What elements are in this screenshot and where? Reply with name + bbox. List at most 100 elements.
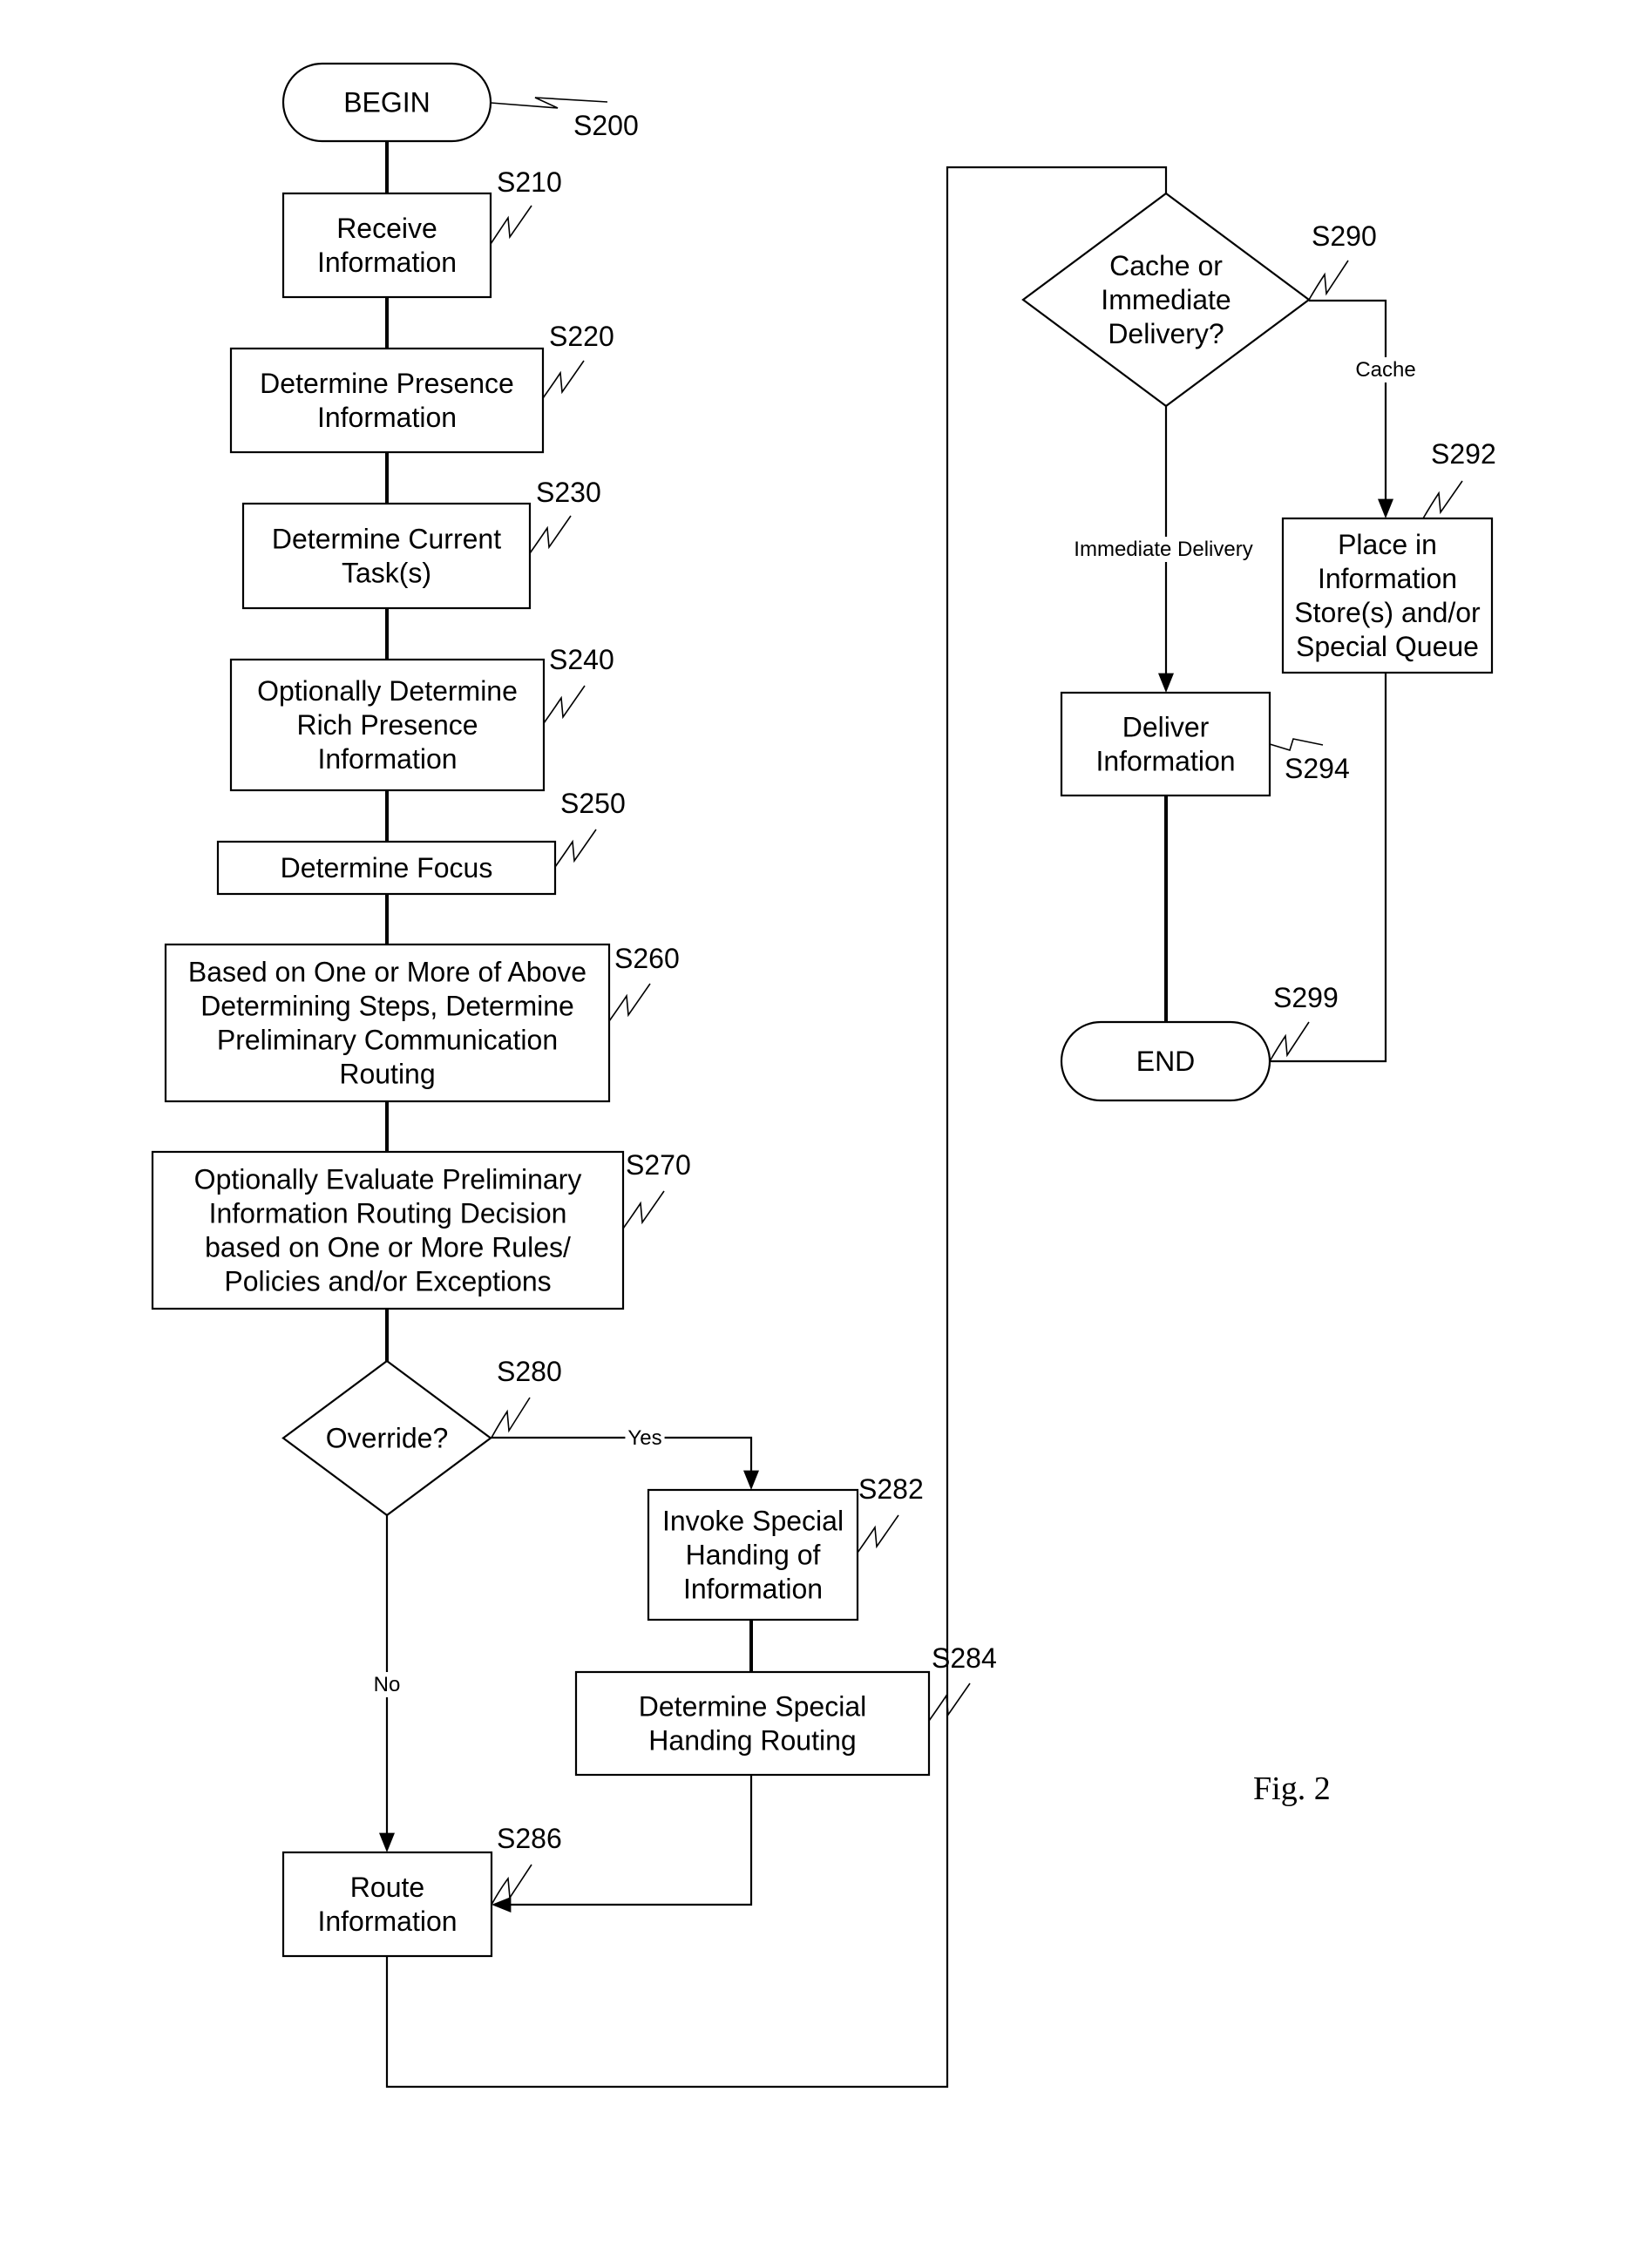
node-s260: Based on One or More of AboveDetermining… (164, 943, 611, 1103)
node-s286: RouteInformation (281, 1851, 493, 1958)
reference-label-s294: S294 (1285, 753, 1350, 784)
node-label: Delivery? (1108, 318, 1224, 349)
leader-squiggle (928, 1682, 971, 1722)
node-label: Information (317, 402, 457, 433)
leader-squiggle (622, 1190, 665, 1229)
reference-label-s284: S284 (932, 1642, 997, 1674)
leader-squiggle (1269, 738, 1324, 751)
node-s282: Invoke SpecialHanding ofInformation (647, 1488, 859, 1621)
node-label: Immediate (1101, 284, 1231, 315)
connector-s290-s292 (1309, 299, 1387, 499)
flowchart-canvas: Yes No Cache Immediate Delivery BEGIN Receiv… (151, 62, 1496, 2089)
connector-s286-s290 (385, 166, 1168, 2089)
reference-label-s240: S240 (549, 644, 614, 675)
edge-label-yes: Yes (627, 1426, 661, 1450)
reference-label-s220: S220 (549, 321, 614, 352)
node-label: Information (1095, 746, 1235, 777)
node-label: Cache or (1109, 250, 1223, 281)
leader-squiggle (529, 515, 572, 554)
connector-s280-s282 (491, 1436, 753, 1471)
node-s294: DeliverInformation (1060, 691, 1271, 797)
node-label: Information Routing Decision (209, 1198, 567, 1229)
node-s250: Determine Focus (216, 840, 557, 896)
node-label: Information (317, 1906, 457, 1937)
figure-caption: Fig. 2 (1253, 1770, 1331, 1807)
node-s230: Determine CurrentTask(s) (241, 502, 532, 610)
node-s284: Determine SpecialHanding Routing (574, 1670, 931, 1777)
leader-squiggle (554, 829, 597, 868)
node-label: Receive (336, 213, 437, 244)
node-label: BEGIN (343, 87, 431, 118)
node-label: Optionally Evaluate Preliminary (194, 1164, 582, 1195)
leader-squiggle (1269, 1021, 1310, 1062)
leader-squiggle (490, 205, 532, 245)
node-s220: Determine PresenceInformation (229, 347, 545, 454)
node-label: Special Queue (1296, 631, 1479, 662)
node-label: based on One or More Rules/ (205, 1232, 571, 1263)
leader-squiggle (1422, 480, 1463, 519)
process-shape (229, 347, 545, 454)
leader-squiggle (491, 1397, 531, 1439)
reference-label-s270: S270 (626, 1149, 691, 1181)
edge-label-cache: Cache (1355, 358, 1415, 382)
node-label: Preliminary Communication (217, 1025, 558, 1056)
leader-squiggle (543, 685, 586, 724)
reference-label-s260: S260 (614, 943, 680, 974)
node-s290: Cache orImmediateDelivery? (1021, 192, 1311, 408)
node-label: Invoke Special (662, 1506, 844, 1537)
node-label: Routing (339, 1059, 435, 1090)
node-label: Information (1318, 563, 1457, 594)
node-s270: Optionally Evaluate PreliminaryInformati… (151, 1150, 625, 1310)
node-label: Task(s) (342, 558, 431, 589)
reference-label-s200: S200 (573, 110, 639, 141)
arrowhead-icon (1378, 498, 1393, 518)
reference-labels-layer: S200 S210 S220 S230 S240 S250 S260 S270 S280 S282… (490, 97, 1496, 1906)
node-label: Determine Focus (281, 852, 493, 884)
edge-label-no: No (374, 1673, 401, 1696)
node-label: Policies and/or Exceptions (224, 1266, 551, 1297)
node-label: Route (350, 1872, 424, 1903)
node-s299: END (1060, 1020, 1271, 1102)
process-shape (1060, 691, 1271, 797)
leader-squiggle (1308, 260, 1349, 301)
edge-label-immediate-delivery: Immediate Delivery (1074, 538, 1252, 561)
node-label: Override? (326, 1423, 449, 1454)
node-s210: ReceiveInformation (281, 192, 492, 299)
node-label: Store(s) and/or (1294, 597, 1481, 628)
node-label: Handing of (686, 1540, 821, 1571)
leader-squiggle (491, 1864, 532, 1906)
process-shape (574, 1670, 931, 1777)
leader-squiggle (857, 1514, 899, 1554)
reference-label-s290: S290 (1312, 220, 1377, 252)
node-label: Determine Current (272, 524, 501, 555)
reference-label-s280: S280 (497, 1356, 562, 1387)
node-s200: BEGIN (281, 62, 492, 143)
reference-label-s210: S210 (497, 166, 562, 198)
process-shape (281, 1851, 493, 1958)
arrowhead-icon (743, 1470, 759, 1490)
reference-label-s282: S282 (858, 1473, 924, 1505)
process-shape (281, 192, 492, 299)
node-label: Rich Presence (296, 709, 478, 741)
leader-squiggle (542, 360, 585, 399)
leader-squiggle (490, 97, 608, 109)
node-label: Place in (1338, 529, 1437, 560)
node-label: Information (683, 1574, 823, 1605)
node-s240: Optionally DetermineRich PresenceInforma… (229, 658, 546, 792)
arrowhead-icon (379, 1832, 395, 1852)
node-label: Information (317, 247, 457, 278)
node-label: Optionally Determine (257, 675, 518, 707)
node-label: Based on One or More of Above (188, 957, 586, 988)
arrowhead-icon (1158, 673, 1174, 693)
node-s292: Place inInformationStore(s) and/orSpecia… (1281, 517, 1494, 674)
node-label: Determining Steps, Determine (200, 991, 574, 1022)
reference-label-s299: S299 (1273, 982, 1339, 1013)
reference-label-s292: S292 (1431, 438, 1496, 470)
node-label: Information (317, 743, 457, 775)
node-label: Deliver (1122, 712, 1210, 743)
node-s280: Override? (281, 1359, 492, 1517)
reference-label-s286: S286 (497, 1823, 562, 1854)
reference-label-s230: S230 (536, 477, 601, 508)
leader-squiggle (608, 983, 651, 1022)
node-label: Determine Special (639, 1691, 866, 1723)
